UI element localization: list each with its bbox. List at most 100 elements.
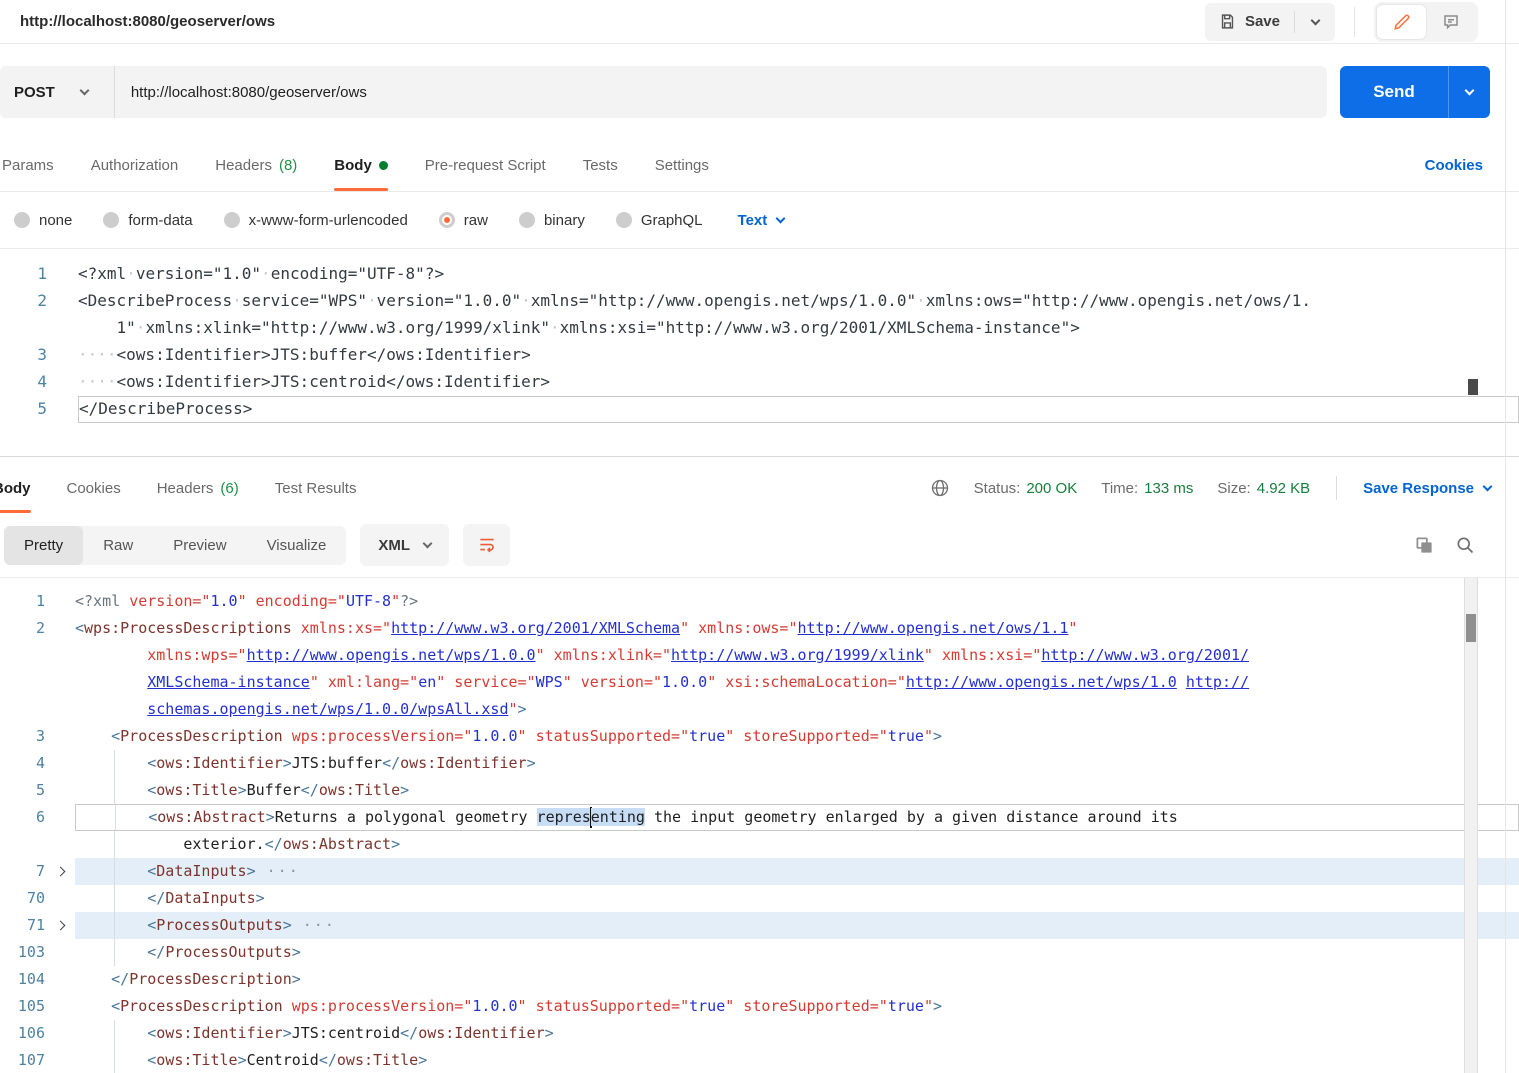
time-value: 133 ms (1144, 480, 1193, 497)
tab-params[interactable]: Params (2, 140, 54, 191)
tab-headers[interactable]: Headers(8) (215, 140, 297, 191)
tab-authorization[interactable]: Authorization (91, 140, 179, 191)
code-line-text: ····<ows:Identifier>JTS:buffer</ows:Iden… (78, 342, 1519, 369)
tab-label: Body (334, 157, 372, 174)
code-line-text: </DataInputs> (75, 885, 1519, 912)
request-body-editor[interactable]: 1 <?xml·version="1.0"·encoding="UTF-8"?>2… (0, 248, 1519, 456)
fold-arrow-icon[interactable] (55, 867, 65, 877)
code-line-text: <ows:Title>Centroid</ows:Title> (75, 1047, 1519, 1073)
tab-settings[interactable]: Settings (655, 140, 709, 191)
code-row: 2<DescribeProcess·service="WPS"·version=… (0, 288, 1519, 315)
line-number (0, 642, 45, 669)
code-line-text: <DataInputs> ··· (75, 858, 1519, 885)
save-button[interactable]: Save (1205, 3, 1294, 41)
response-view-preview[interactable]: Preview (153, 526, 246, 565)
fold-gutter (45, 696, 75, 723)
line-number: 105 (0, 993, 45, 1020)
response-tab-cookies[interactable]: Cookies (67, 463, 121, 513)
response-view-visualize[interactable]: Visualize (247, 526, 347, 565)
code-line-text: <?xml·version="1.0"·encoding="UTF-8"?> (78, 261, 1519, 288)
time-badge: Time: 133 ms (1101, 480, 1193, 497)
scrollbar-track[interactable] (1464, 578, 1478, 1073)
line-number: 70 (0, 885, 45, 912)
radio-icon (616, 212, 632, 228)
tab-label: Params (2, 157, 54, 174)
line-number (0, 669, 45, 696)
line-number: 5 (0, 777, 45, 804)
body-mode-x-www-form-urlencoded[interactable]: x-www-form-urlencoded (224, 212, 408, 229)
line-number: 3 (0, 723, 45, 750)
edit-mode-button[interactable] (1377, 5, 1426, 39)
divider (1354, 7, 1355, 37)
fold-gutter (45, 939, 75, 966)
response-tab-test-results[interactable]: Test Results (275, 463, 357, 513)
line-number: 104 (0, 966, 45, 993)
code-row: 3 <ProcessDescription wps:processVersion… (0, 723, 1519, 750)
wrap-text-icon (477, 535, 497, 555)
cookies-link[interactable]: Cookies (1425, 157, 1483, 174)
raw-format-selector[interactable]: Text (738, 212, 785, 229)
save-options-button[interactable] (1295, 3, 1335, 41)
response-format-selector[interactable]: XML (360, 524, 449, 566)
code-row: 4 <ows:Identifier>JTS:buffer</ows:Identi… (0, 750, 1519, 777)
fold-gutter (45, 966, 75, 993)
code-line-text: </DescribeProcess> (78, 396, 1519, 423)
comments-button[interactable] (1426, 5, 1475, 39)
scrollbar-thumb[interactable] (1466, 614, 1476, 642)
body-mode-graphql[interactable]: GraphQL (616, 212, 703, 229)
code-line-text: <DescribeProcess·service="WPS"·version="… (78, 288, 1519, 315)
scrollbar-thumb[interactable] (1468, 379, 1478, 395)
size-label: Size: (1217, 480, 1250, 497)
fold-gutter (45, 1047, 75, 1073)
response-tab-body[interactable]: Body (0, 463, 31, 513)
code-row: 1 <?xml·version="1.0"·encoding="UTF-8"?> (0, 261, 1519, 288)
body-mode-binary[interactable]: binary (519, 212, 585, 229)
fold-arrow-icon[interactable] (55, 921, 65, 931)
status-label: Status: (974, 480, 1021, 497)
code-row: 1<?xml version="1.0" encoding="UTF-8"?> (0, 588, 1519, 615)
code-row: schemas.opengis.net/wps/1.0.0/wpsAll.xsd… (0, 696, 1519, 723)
fold-gutter (45, 642, 75, 669)
copy-icon[interactable] (1415, 536, 1434, 555)
radio-icon (14, 212, 30, 228)
radio-icon (103, 212, 119, 228)
method-value: POST (14, 84, 55, 101)
body-mode-none[interactable]: none (14, 212, 72, 229)
chevron-down-icon (776, 214, 786, 224)
pane-splitter[interactable] (0, 456, 1519, 463)
send-options-button[interactable] (1448, 66, 1490, 118)
response-view-switch: PrettyRawPreviewVisualize (4, 526, 346, 565)
wrap-text-button[interactable] (463, 524, 510, 566)
body-mode-form-data[interactable]: form-data (103, 212, 192, 229)
tab-pre-request-script[interactable]: Pre-request Script (425, 140, 546, 191)
tab-tests[interactable]: Tests (583, 140, 618, 191)
line-number: 2 (0, 615, 45, 642)
mode-label: GraphQL (641, 212, 703, 229)
code-line-text: <ows:Identifier>JTS:buffer</ows:Identifi… (75, 750, 1519, 777)
line-number: 1 (0, 261, 47, 288)
response-view-raw[interactable]: Raw (83, 526, 153, 565)
response-status-group: Status: 200 OK Time: 133 ms Size: 4.92 K… (930, 476, 1491, 500)
body-mode-raw[interactable]: raw (439, 212, 488, 229)
method-selector[interactable]: POST (0, 84, 114, 101)
tab-label: Body (0, 480, 31, 497)
mode-label: raw (464, 212, 488, 229)
send-button[interactable]: Send (1340, 66, 1448, 118)
code-row: 107 <ows:Title>Centroid</ows:Title> (0, 1047, 1519, 1073)
url-input[interactable]: http://localhost:8080/geoserver/ows (115, 84, 367, 101)
code-line-text: exterior.</ows:Abstract> (75, 831, 1519, 858)
response-body-editor[interactable]: 1<?xml version="1.0" encoding="UTF-8"?>2… (0, 577, 1519, 1073)
save-response-button[interactable]: Save Response (1363, 480, 1491, 497)
response-view-pretty[interactable]: Pretty (4, 526, 83, 565)
tab-label: Headers (215, 157, 272, 174)
search-icon[interactable] (1455, 535, 1475, 555)
code-row: 106 <ows:Identifier>JTS:centroid</ows:Id… (0, 1020, 1519, 1047)
code-line-text: <ows:Abstract>Returns a polygonal geomet… (75, 804, 1519, 831)
code-line-text: schemas.opengis.net/wps/1.0.0/wpsAll.xsd… (75, 696, 1519, 723)
fold-gutter (45, 588, 75, 615)
response-tab-headers[interactable]: Headers(6) (157, 463, 239, 513)
comment-icon (1442, 13, 1460, 31)
pane-edge-divider (1505, 0, 1506, 1073)
url-bar: POST http://localhost:8080/geoserver/ows (0, 66, 1327, 118)
tab-body[interactable]: Body (334, 140, 388, 191)
